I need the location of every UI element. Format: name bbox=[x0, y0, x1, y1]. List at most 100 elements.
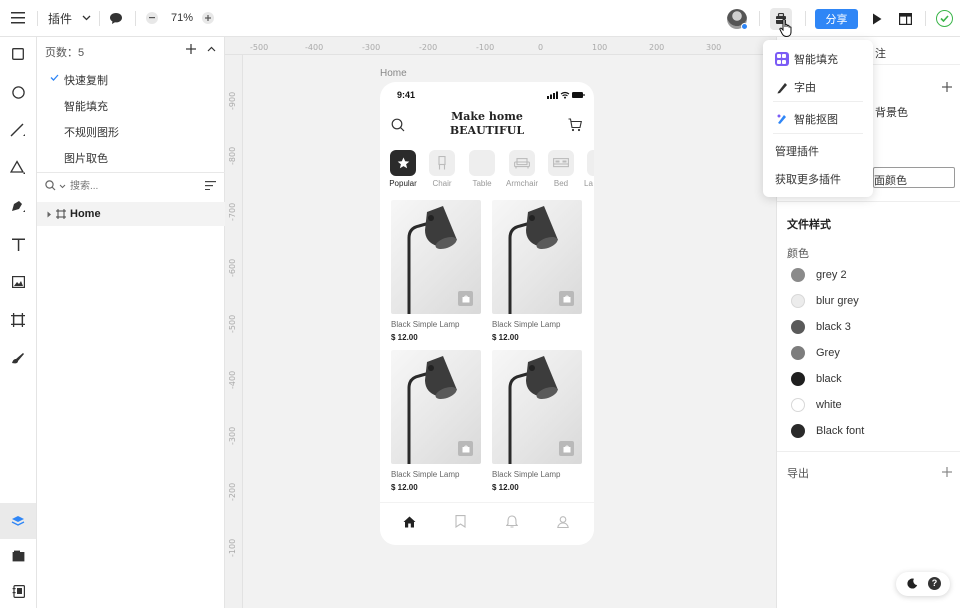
bag-icon[interactable] bbox=[458, 441, 473, 456]
panel-tab-fragment[interactable]: 注 bbox=[875, 45, 886, 61]
chevron-down-icon[interactable] bbox=[59, 184, 66, 189]
menu-item-smart-cutout[interactable]: 智能抠图 bbox=[775, 111, 838, 127]
horizontal-ruler: -500 -400 -300 -200 -100 0 100 200 300 bbox=[225, 37, 776, 55]
font-plugin-icon bbox=[777, 83, 787, 94]
page-item[interactable]: 快速复制 bbox=[64, 72, 108, 88]
layer-search-input[interactable] bbox=[70, 178, 190, 194]
category-chair[interactable]: Chair bbox=[429, 150, 455, 188]
category-icon-box bbox=[429, 150, 455, 176]
product-card[interactable]: Black Simple Lamp $ 12.00 bbox=[391, 350, 481, 492]
phone-frame[interactable]: 9:41 Make home BEAUTIFUL Popular Chair T… bbox=[380, 82, 594, 545]
comment-icon[interactable] bbox=[108, 10, 124, 26]
share-button[interactable]: 分享 bbox=[815, 9, 858, 29]
color-swatch bbox=[791, 346, 805, 360]
tool-strip bbox=[0, 37, 37, 608]
category-table[interactable]: Table bbox=[469, 150, 495, 188]
color-style-row[interactable]: grey 2 bbox=[791, 268, 847, 282]
category-bed[interactable]: Bed bbox=[548, 150, 574, 188]
product-card[interactable]: Black Simple Lamp $ 12.00 bbox=[391, 200, 481, 342]
share-label: 分享 bbox=[825, 14, 848, 26]
color-style-row[interactable]: Grey bbox=[791, 346, 840, 360]
page-item[interactable]: 不规则图形 bbox=[64, 124, 119, 140]
profile-icon[interactable] bbox=[557, 516, 569, 528]
layers-panel-icon[interactable] bbox=[0, 503, 36, 539]
product-card[interactable]: Black Simple Lamp $ 12.00 bbox=[492, 350, 582, 492]
design-canvas[interactable]: -500 -400 -300 -200 -100 0 100 200 300 -… bbox=[225, 37, 776, 608]
category-label: Chair bbox=[432, 179, 452, 188]
product-image bbox=[492, 350, 582, 464]
zoom-out-button[interactable] bbox=[146, 12, 158, 24]
product-name: Black Simple Lamp bbox=[391, 470, 460, 479]
rectangle-tool-icon[interactable] bbox=[0, 37, 36, 71]
bag-icon[interactable] bbox=[559, 441, 574, 456]
add-fill-icon[interactable] bbox=[941, 81, 953, 93]
color-swatch bbox=[791, 424, 805, 438]
product-price: $ 12.00 bbox=[391, 483, 418, 492]
color-style-row[interactable]: white bbox=[791, 398, 842, 412]
menu-item-label: 获取更多插件 bbox=[775, 174, 841, 186]
top-toolbar: 插件 71% 分享 bbox=[0, 0, 960, 38]
pen-tool-icon[interactable] bbox=[0, 189, 36, 223]
category-armchair[interactable]: Armchair bbox=[506, 150, 538, 188]
product-name: Black Simple Lamp bbox=[492, 470, 561, 479]
category-popular[interactable]: Popular bbox=[389, 150, 417, 188]
page-item[interactable]: 智能填充 bbox=[64, 98, 108, 114]
add-export-icon[interactable] bbox=[941, 466, 953, 478]
play-icon[interactable] bbox=[869, 11, 885, 27]
filter-icon[interactable] bbox=[205, 181, 216, 190]
bag-icon[interactable] bbox=[458, 291, 473, 306]
color-style-row[interactable]: blur grey bbox=[791, 294, 859, 308]
product-card[interactable]: Black Simple Lamp $ 12.00 bbox=[492, 200, 582, 342]
image-tool-icon[interactable] bbox=[0, 265, 36, 299]
home-icon[interactable] bbox=[403, 516, 416, 528]
text-tool-icon[interactable] bbox=[0, 227, 36, 261]
frame-tool-icon[interactable] bbox=[0, 303, 36, 337]
cursor-hand-icon bbox=[779, 18, 792, 38]
color-style-row[interactable]: black 3 bbox=[791, 320, 851, 334]
color-style-row[interactable]: Black font bbox=[791, 424, 864, 438]
menu-icon[interactable] bbox=[8, 8, 28, 28]
color-style-row[interactable]: black bbox=[791, 372, 842, 386]
menu-item-get-more-plugins[interactable]: 获取更多插件 bbox=[775, 171, 841, 187]
menu-item-smart-fill[interactable]: 智能填充 bbox=[775, 51, 838, 67]
chevron-down-icon bbox=[82, 15, 91, 21]
category-lamp[interactable]: La bbox=[584, 150, 594, 188]
add-page-icon[interactable] bbox=[185, 43, 197, 55]
color-name: grey 2 bbox=[816, 269, 847, 281]
bookmark-icon[interactable] bbox=[455, 515, 466, 528]
layout-icon[interactable] bbox=[897, 11, 913, 27]
avatar[interactable] bbox=[727, 9, 748, 30]
bg-color-button[interactable]: 面颜色 bbox=[873, 167, 955, 188]
page-item[interactable]: 图片取色 bbox=[64, 150, 108, 166]
color-name: Black font bbox=[816, 425, 865, 437]
layer-row-home[interactable]: Home bbox=[37, 202, 225, 226]
frame-label[interactable]: Home bbox=[380, 68, 407, 79]
polygon-tool-icon[interactable] bbox=[0, 151, 36, 185]
bell-icon[interactable] bbox=[506, 515, 518, 528]
product-name: Black Simple Lamp bbox=[391, 320, 460, 329]
zoom-in-button[interactable] bbox=[202, 12, 214, 24]
product-image bbox=[391, 200, 481, 314]
bg-color-button-label: 面颜色 bbox=[874, 175, 907, 187]
zoom-level[interactable]: 71% bbox=[171, 12, 193, 24]
plugin-dropdown[interactable]: 插件 bbox=[48, 9, 91, 27]
category-icon-box bbox=[587, 150, 594, 176]
layers-panel: 页数：5 快速复制 智能填充 不规则图形 图片取色 Home bbox=[37, 37, 225, 608]
collapse-pages-icon[interactable] bbox=[205, 43, 217, 55]
bag-icon[interactable] bbox=[559, 291, 574, 306]
library-panel-icon[interactable] bbox=[0, 574, 36, 608]
help-icon[interactable]: ? bbox=[928, 577, 941, 590]
menu-item-font[interactable]: 字由 bbox=[775, 79, 816, 95]
smart-cutout-icon bbox=[777, 114, 786, 124]
ellipse-tool-icon[interactable] bbox=[0, 75, 36, 109]
dark-mode-icon[interactable] bbox=[907, 578, 918, 589]
ruler-tick: -400 bbox=[305, 43, 324, 52]
menu-item-manage-plugins[interactable]: 管理插件 bbox=[775, 143, 819, 159]
ruler-tick: -600 bbox=[228, 258, 237, 277]
brush-tool-icon[interactable] bbox=[0, 341, 36, 375]
line-tool-icon[interactable] bbox=[0, 113, 36, 147]
chair-icon bbox=[438, 156, 446, 170]
cart-icon[interactable] bbox=[568, 118, 582, 132]
components-panel-icon[interactable] bbox=[0, 539, 36, 573]
expand-arrow-icon[interactable] bbox=[47, 211, 52, 218]
